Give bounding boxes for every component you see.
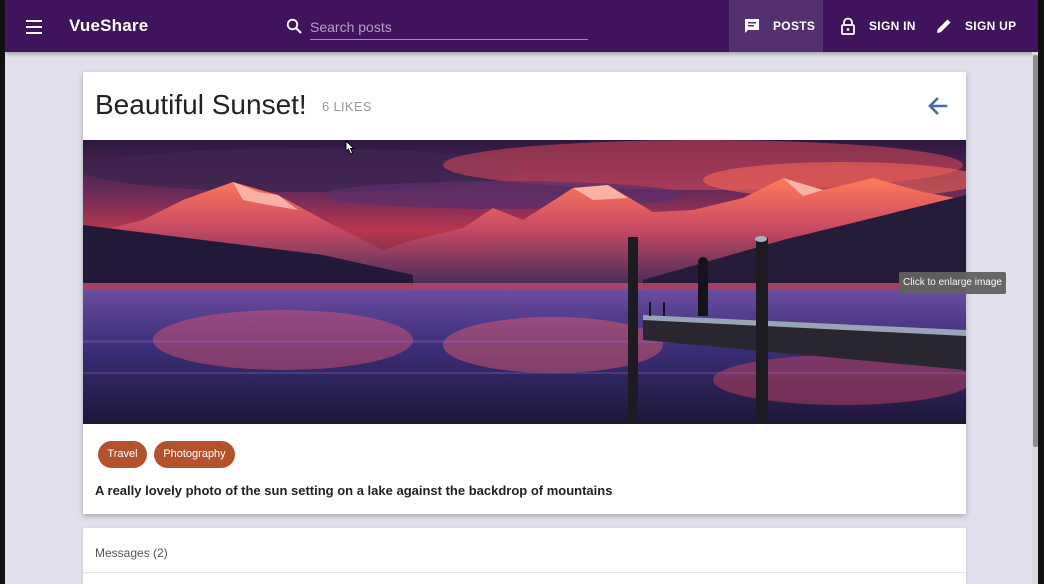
enlarge-image-tooltip: Click to enlarge image [899,272,1006,294]
arrow-back-icon[interactable] [924,92,952,120]
category-chip-photography[interactable]: Photography [154,441,235,468]
post-image[interactable] [83,140,966,424]
search-icon [286,18,302,34]
chat-icon [745,19,759,33]
search-input[interactable] [310,14,588,40]
nav-sign-up-label: SIGN UP [965,19,1017,33]
lock-icon [841,17,855,35]
post-description: A really lovely photo of the sun setting… [95,483,613,498]
menu-icon[interactable] [21,14,47,38]
post-card: Beautiful Sunset! 6 LIKES Travel Photogr… [83,72,966,514]
post-title: Beautiful Sunset! [95,89,307,120]
likes-count: 6 LIKES [322,99,372,114]
nav-sign-up-button[interactable]: SIGN UP [935,0,1035,52]
messages-card: Messages (2) [83,528,966,584]
screen-frame-left [0,0,5,584]
nav-posts-button[interactable]: POSTS [729,0,823,52]
app-bar: VueShare POSTS SIGN IN SIGN UP [5,0,1038,52]
messages-divider [83,572,966,573]
mouse-cursor-icon [345,140,356,155]
app-brand[interactable]: VueShare [69,16,148,36]
nav-sign-in-button[interactable]: SIGN IN [837,0,927,52]
category-chip-travel[interactable]: Travel [98,441,147,468]
sunset-lake-image [83,140,966,424]
messages-title: Messages (2) [95,546,168,560]
pencil-icon [937,19,951,33]
nav-posts-label: POSTS [773,19,816,33]
scrollbar-thumb[interactable] [1033,55,1038,447]
screen-frame-right [1038,0,1044,584]
nav-sign-in-label: SIGN IN [869,19,916,33]
